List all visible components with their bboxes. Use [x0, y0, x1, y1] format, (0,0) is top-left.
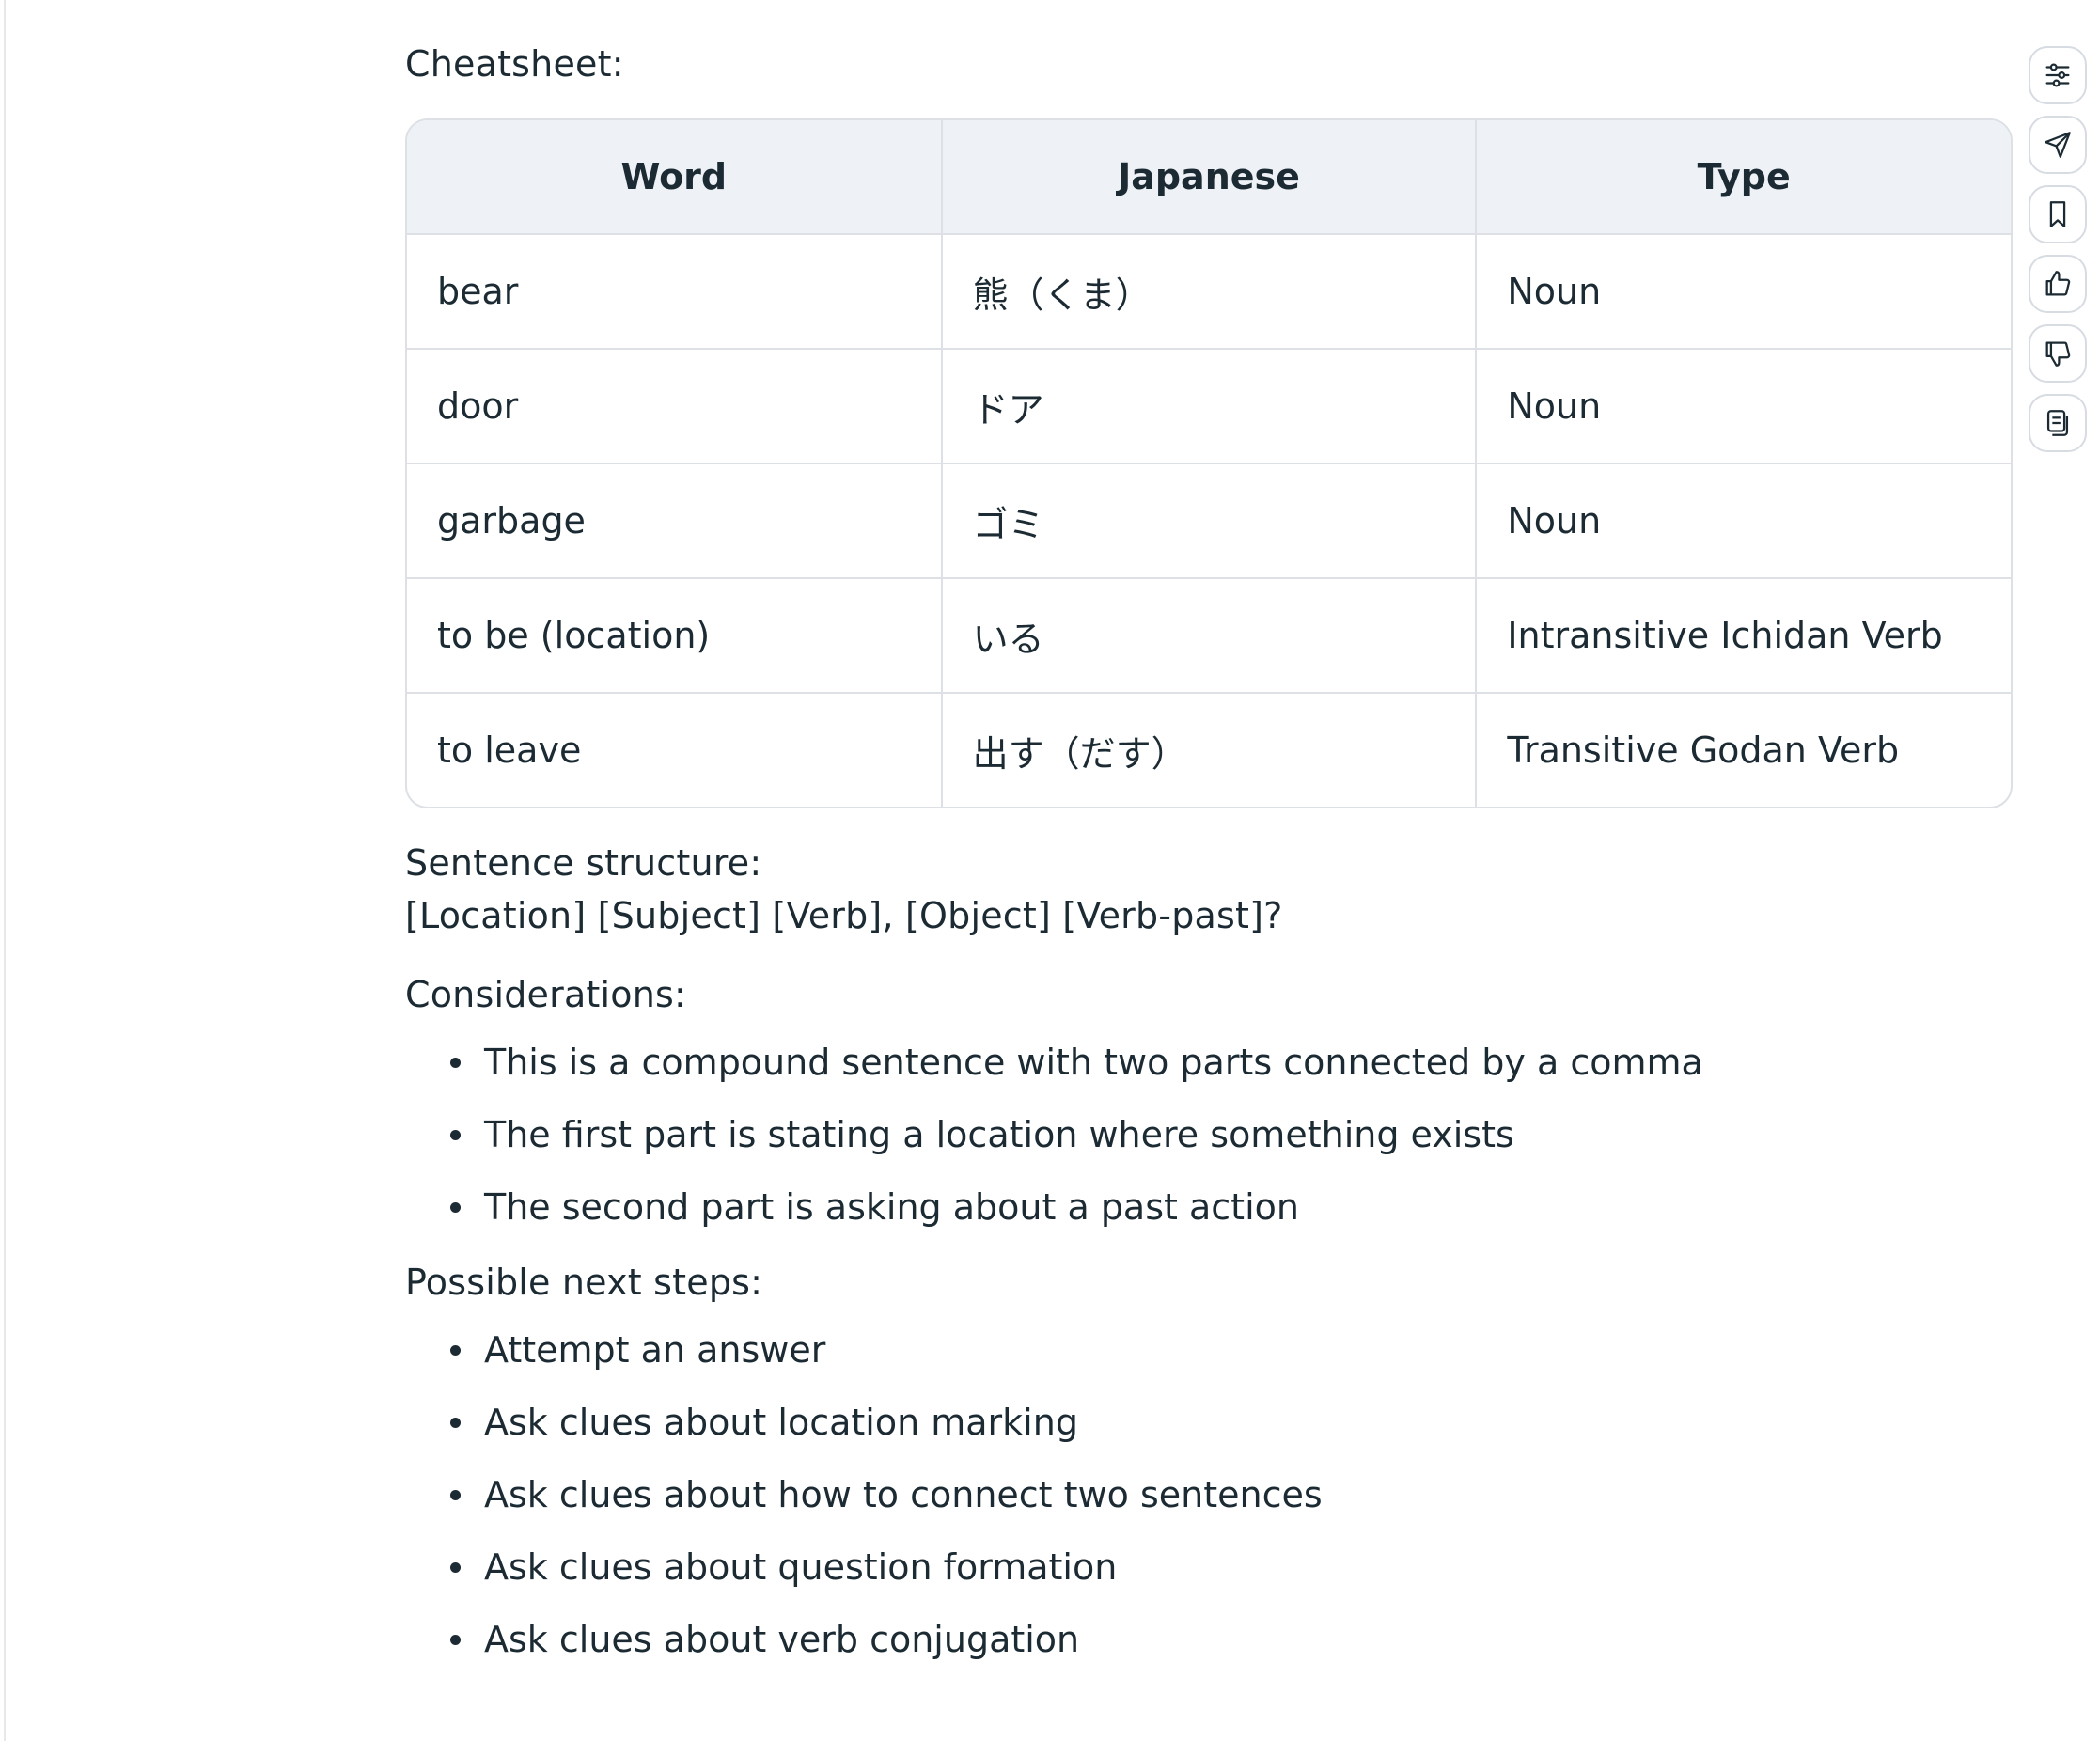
table-row: door ドア Noun: [407, 349, 2011, 464]
cheatsheet-table: Word Japanese Type bear 熊（くま） Noun door …: [405, 118, 2013, 808]
share-button[interactable]: [2029, 116, 2087, 174]
japanese-cell: いる: [941, 578, 1478, 694]
word-cell: door: [407, 349, 943, 464]
type-cell: Noun: [1476, 463, 2011, 579]
sentence-structure-label: Sentence structure:: [405, 842, 762, 884]
list-item: Attempt an answer: [450, 1324, 2013, 1376]
settings-button[interactable]: [2029, 46, 2087, 104]
left-divider: [4, 0, 6, 1741]
list-item: Ask clues about location marking: [450, 1396, 2013, 1449]
list-item: Ask clues about verb conjugation: [450, 1613, 2013, 1666]
sentence-structure-pattern: [Location] [Subject] [Verb], [Object] [V…: [405, 895, 1283, 936]
list-item: The second part is asking about a past a…: [450, 1181, 2013, 1233]
sentence-structure: Sentence structure: [Location] [Subject]…: [405, 837, 2013, 942]
type-cell: Transitive Godan Verb: [1507, 729, 1900, 771]
type-cell: Noun: [1476, 349, 2011, 464]
column-header-type: Type: [1476, 120, 2011, 235]
word-cell: bear: [407, 234, 943, 350]
thumbs-up-icon: [2045, 271, 2071, 296]
type-cell: Intransitive Ichidan Verb: [1476, 578, 2011, 694]
next-steps-list: Attempt an answer Ask clues about locati…: [405, 1324, 2013, 1666]
thumbs-down-icon: [2045, 341, 2071, 367]
list-item: Ask clues about question formation: [450, 1541, 2013, 1593]
copy-icon: [2046, 410, 2069, 436]
message-action-bar: [2029, 46, 2087, 463]
copy-button[interactable]: [2029, 394, 2087, 452]
table-row: to leave 出す（だす） Transitive Godan Verb: [407, 693, 2011, 807]
send-icon: [2045, 132, 2071, 158]
bookmark-icon: [2049, 201, 2066, 227]
table-header-row: Word Japanese Type: [407, 120, 2011, 235]
japanese-cell: ドア: [941, 349, 1478, 464]
assistant-message: Cheatsheet: Word Japanese Type bear 熊（くま…: [405, 38, 2013, 1686]
considerations-list: This is a compound sentence with two par…: [405, 1036, 2013, 1233]
word-cell: to be (location): [407, 578, 943, 694]
bookmark-button[interactable]: [2029, 185, 2087, 243]
japanese-cell: ゴミ: [941, 463, 1478, 579]
japanese-cell: 出す（だす）: [941, 693, 1478, 807]
word-cell: to leave: [407, 693, 943, 807]
sliders-icon: [2045, 63, 2070, 87]
considerations-label: Considerations:: [405, 974, 687, 1015]
japanese-cell: 熊（くま）: [941, 234, 1478, 350]
list-item: This is a compound sentence with two par…: [450, 1036, 2013, 1089]
type-cell: Noun: [1476, 234, 2011, 350]
like-button[interactable]: [2029, 255, 2087, 313]
list-item: Ask clues about how to connect two sente…: [450, 1468, 2013, 1521]
column-header-word: Word: [407, 120, 943, 235]
column-header-japanese: Japanese: [941, 120, 1478, 235]
table-row: bear 熊（くま） Noun: [407, 234, 2011, 350]
next-steps-label: Possible next steps:: [405, 1262, 763, 1303]
dislike-button[interactable]: [2029, 324, 2087, 383]
list-item: The first part is stating a location whe…: [450, 1108, 2013, 1161]
cheatsheet-label: Cheatsheet:: [405, 43, 624, 85]
word-cell: garbage: [407, 463, 943, 579]
table-row: garbage ゴミ Noun: [407, 463, 2011, 579]
table-row: to be (location) いる Intransitive Ichidan…: [407, 578, 2011, 694]
